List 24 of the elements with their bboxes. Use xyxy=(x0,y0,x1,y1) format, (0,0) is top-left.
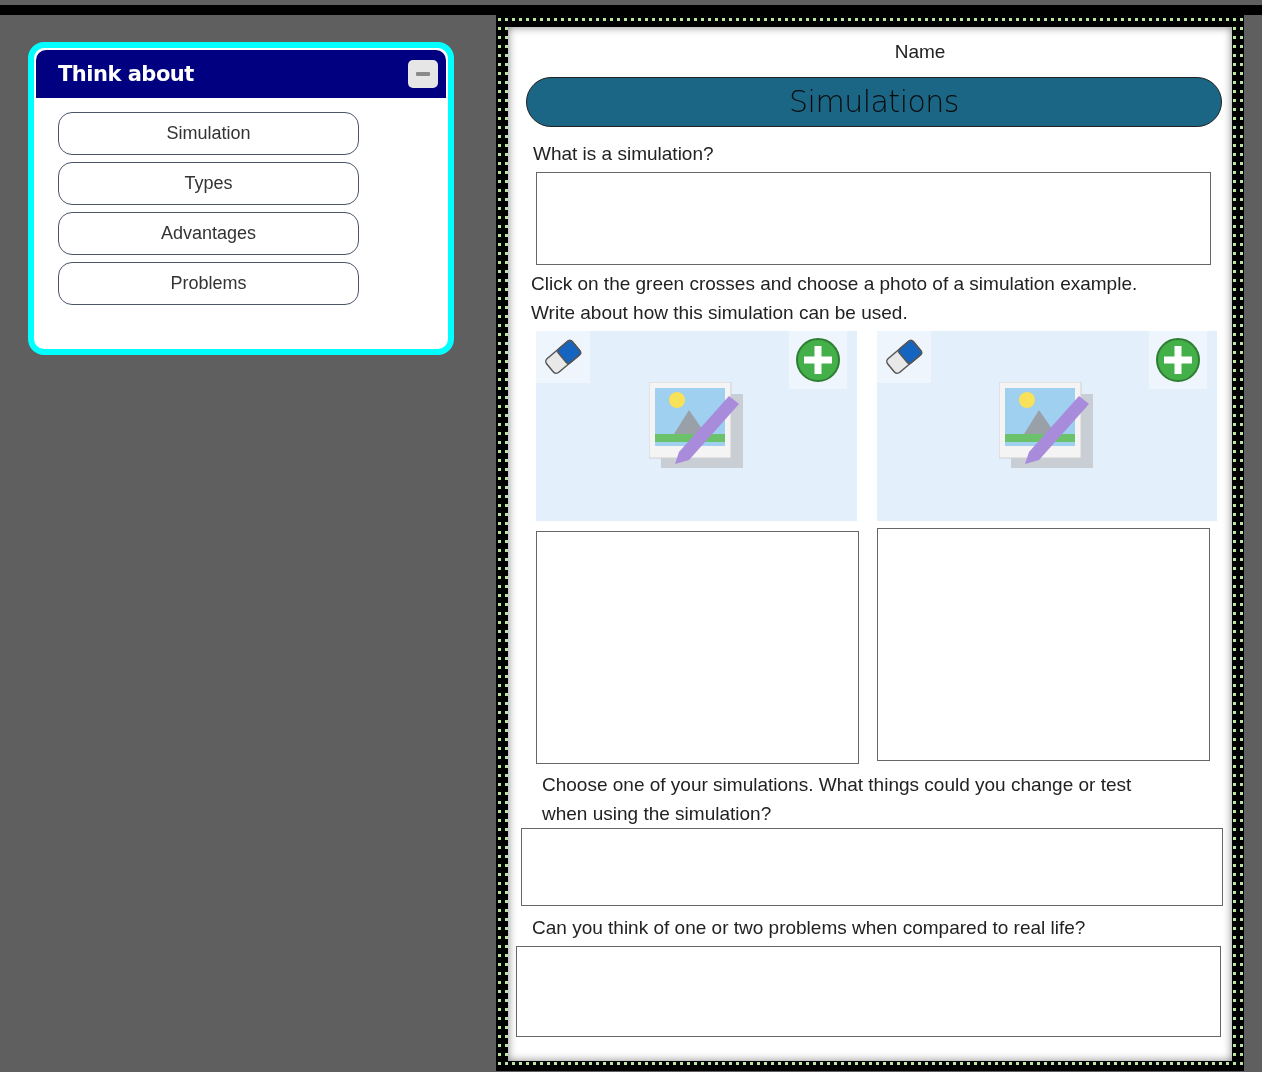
add-icon[interactable] xyxy=(1149,331,1207,389)
question-text: when using the simulation? xyxy=(542,802,773,826)
minus-icon xyxy=(416,72,430,76)
collapse-button[interactable] xyxy=(408,60,438,88)
eraser-icon[interactable] xyxy=(536,331,590,383)
instruction-text: Click on the green crosses and choose a photo of a simulation example. xyxy=(531,272,1139,296)
panel-title: Think about xyxy=(58,62,194,86)
eraser-icon[interactable] xyxy=(877,331,931,383)
answer-box[interactable] xyxy=(536,172,1211,265)
question-text: Can you think of one or two problems when compared to real life? xyxy=(532,916,1087,940)
topic-button[interactable]: Problems xyxy=(58,262,359,305)
topic-button[interactable]: Types xyxy=(58,162,359,205)
topic-button[interactable]: Simulation xyxy=(58,112,359,155)
image-placeholder-icon xyxy=(999,382,1095,470)
question-text: What is a simulation? xyxy=(533,142,715,166)
image-placeholder-icon xyxy=(648,382,745,470)
title-banner: Simulations xyxy=(526,77,1222,127)
add-icon[interactable] xyxy=(789,331,847,389)
answer-box[interactable] xyxy=(516,946,1221,1037)
name-label: Name xyxy=(893,41,947,63)
answer-box[interactable] xyxy=(521,828,1223,906)
topic-button[interactable]: Advantages xyxy=(58,212,359,255)
instruction-text: Write about how this simulation can be used. xyxy=(531,301,909,325)
question-text: Choose one of your simulations. What things could you change or test xyxy=(542,773,1133,797)
